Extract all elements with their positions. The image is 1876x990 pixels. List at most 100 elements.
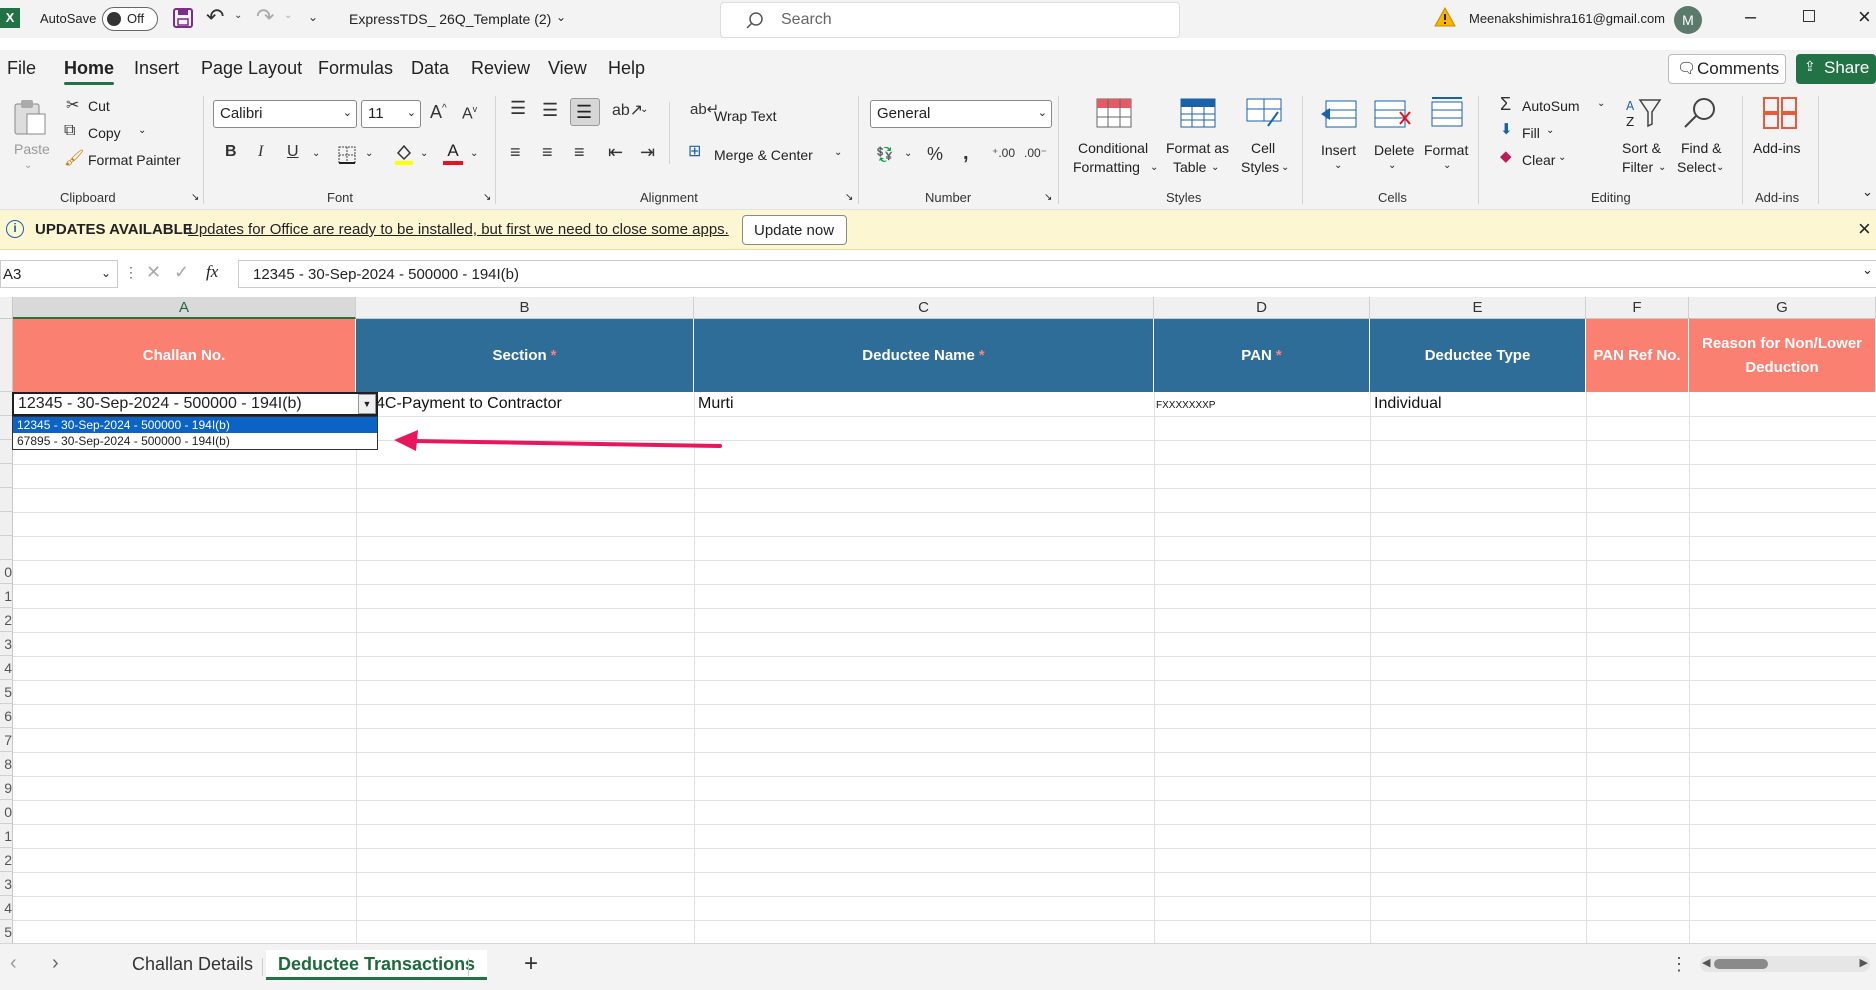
column-header-f[interactable]: F: [1586, 297, 1689, 319]
prev-sheet-icon[interactable]: ‹: [10, 952, 17, 975]
paste-label[interactable]: Paste: [14, 141, 50, 157]
clear-dropdown-icon[interactable]: ⌄: [1558, 152, 1566, 163]
decrease-font-icon[interactable]: Av: [462, 104, 477, 123]
insert-cells-button[interactable]: Insert: [1321, 142, 1356, 158]
italic-button[interactable]: I: [258, 143, 263, 161]
share-button[interactable]: ⇪ Share: [1796, 54, 1876, 84]
confirm-entry-icon[interactable]: ✓: [174, 262, 189, 283]
add-sheet-button[interactable]: +: [524, 950, 538, 978]
wrap-text-button[interactable]: Wrap Text: [714, 108, 777, 124]
file-name[interactable]: ExpressTDS_ 26Q_Template (2): [349, 11, 551, 27]
find-select-button[interactable]: Find &: [1681, 140, 1721, 156]
orientation-icon[interactable]: ab↗: [612, 100, 643, 120]
insert-function-icon[interactable]: fx: [206, 262, 218, 282]
cell-d3[interactable]: FXXXXXXXP: [1156, 400, 1215, 411]
scroll-right-icon[interactable]: ▶: [1860, 956, 1868, 969]
close-window-icon[interactable]: ×: [1858, 4, 1871, 30]
row-header[interactable]: 2: [0, 608, 13, 632]
row-header[interactable]: 1: [0, 824, 13, 848]
redo-dropdown-icon[interactable]: ⌄: [284, 10, 292, 21]
clear-button[interactable]: Clear: [1522, 152, 1555, 168]
update-message-link[interactable]: Updates for Office are ready to be insta…: [188, 221, 729, 238]
underline-dropdown-icon[interactable]: ⌄: [312, 148, 320, 159]
select-all-corner[interactable]: [0, 297, 13, 319]
underline-button[interactable]: U: [287, 143, 299, 161]
clipboard-launcher-icon[interactable]: ↘: [191, 192, 199, 203]
paste-dropdown-icon[interactable]: ⌄: [24, 160, 32, 171]
format-painter-button[interactable]: Format Painter: [88, 152, 181, 168]
copy-button[interactable]: Copy: [88, 125, 121, 141]
expand-formula-bar-icon[interactable]: ⌄: [1862, 262, 1873, 278]
worksheet-grid[interactable]: A B C D E F G Challan No. Section * Deduc…: [0, 297, 1876, 943]
increase-decimal-icon[interactable]: ⁺.00: [992, 146, 1015, 160]
add-ins-icon[interactable]: [1762, 96, 1798, 130]
header-cell-pan[interactable]: PAN *: [1154, 319, 1370, 392]
tab-formulas[interactable]: Formulas: [318, 58, 393, 79]
percent-style-icon[interactable]: %: [927, 144, 943, 165]
format-cells-icon[interactable]: [1428, 96, 1466, 128]
borders-dropdown-icon[interactable]: ⌄: [365, 148, 373, 159]
accounting-format-icon[interactable]: 💱: [876, 146, 893, 163]
cell-b3[interactable]: 4C-Payment to Contractor: [376, 395, 562, 413]
align-bottom-icon[interactable]: ☰: [570, 98, 600, 126]
row-header[interactable]: 4: [0, 896, 13, 920]
align-right-icon[interactable]: ≡: [574, 142, 585, 163]
restore-icon[interactable]: [1803, 10, 1815, 22]
update-now-button[interactable]: Update now: [742, 215, 847, 245]
fill-color-icon[interactable]: [394, 143, 414, 165]
active-cell-a3[interactable]: 12345 - 30-Sep-2024 - 500000 - 194I(b): [12, 392, 378, 416]
cell-styles-icon[interactable]: [1246, 98, 1282, 128]
fill-dropdown-icon[interactable]: ⌄: [1546, 125, 1554, 136]
row-header[interactable]: 7: [0, 728, 13, 752]
comments-button[interactable]: 🗨 Comments: [1668, 54, 1786, 84]
avatar[interactable]: M: [1674, 6, 1702, 34]
column-header-b[interactable]: B: [356, 297, 694, 319]
row-header[interactable]: [0, 512, 13, 536]
tab-view[interactable]: View: [548, 58, 587, 79]
cut-button[interactable]: Cut: [88, 98, 110, 114]
row-header[interactable]: 5: [0, 680, 13, 704]
autosum-button[interactable]: AutoSum: [1522, 98, 1580, 114]
conditional-formatting-icon[interactable]: [1096, 98, 1132, 128]
increase-font-icon[interactable]: A^: [430, 102, 447, 123]
font-color-dropdown-icon[interactable]: ⌄: [470, 148, 478, 159]
sheet-options-icon[interactable]: ⋮: [1670, 954, 1688, 975]
paste-icon[interactable]: [13, 98, 47, 136]
font-launcher-icon[interactable]: ↘: [483, 192, 491, 203]
decrease-indent-icon[interactable]: ⇤: [608, 142, 623, 163]
tab-page-layout[interactable]: Page Layout: [201, 58, 302, 79]
tab-home[interactable]: Home: [64, 58, 115, 85]
dropdown-option[interactable]: 67895 - 30-Sep-2024 - 500000 - 194I(b): [13, 433, 377, 449]
font-name-select[interactable]: Calibri ⌄: [213, 100, 357, 128]
tab-file[interactable]: File: [7, 58, 36, 79]
row-header[interactable]: [0, 319, 13, 392]
formula-input[interactable]: 12345 - 30-Sep-2024 - 500000 - 194I(b): [238, 260, 1876, 288]
scroll-thumb[interactable]: [1714, 959, 1768, 969]
next-sheet-icon[interactable]: ›: [52, 952, 59, 975]
more-options-icon[interactable]: ⋮: [124, 264, 138, 281]
align-center-icon[interactable]: ≡: [542, 142, 553, 163]
align-top-icon[interactable]: ☰: [510, 98, 526, 119]
format-cells-button[interactable]: Format: [1424, 142, 1468, 158]
delete-cells-icon[interactable]: [1374, 100, 1412, 128]
bold-button[interactable]: B: [225, 143, 237, 161]
sheet-tab-challan-details[interactable]: Challan Details: [120, 950, 265, 980]
column-header-a[interactable]: A: [13, 297, 356, 319]
merge-center-button[interactable]: Merge & Center: [714, 147, 813, 163]
increase-indent-icon[interactable]: ⇥: [640, 142, 655, 163]
row-header[interactable]: 0: [0, 560, 13, 584]
comma-style-icon[interactable]: ,: [963, 142, 969, 165]
save-icon[interactable]: [172, 7, 194, 29]
horizontal-scrollbar[interactable]: ◀ ▶: [1700, 956, 1870, 972]
add-ins-button[interactable]: Add-ins: [1753, 140, 1800, 156]
cell-dropdown-arrow-icon[interactable]: ▼: [358, 394, 376, 414]
font-color-icon[interactable]: A: [443, 141, 463, 165]
font-size-select[interactable]: 11 ⌄: [361, 100, 421, 128]
accounting-dropdown-icon[interactable]: ⌄: [904, 148, 912, 159]
column-header-e[interactable]: E: [1370, 297, 1586, 319]
insert-cells-icon[interactable]: [1320, 100, 1358, 128]
minimize-icon[interactable]: –: [1745, 6, 1756, 29]
row-header[interactable]: 1: [0, 584, 13, 608]
column-header-c[interactable]: C: [694, 297, 1154, 319]
format-as-table-icon[interactable]: [1180, 98, 1216, 128]
